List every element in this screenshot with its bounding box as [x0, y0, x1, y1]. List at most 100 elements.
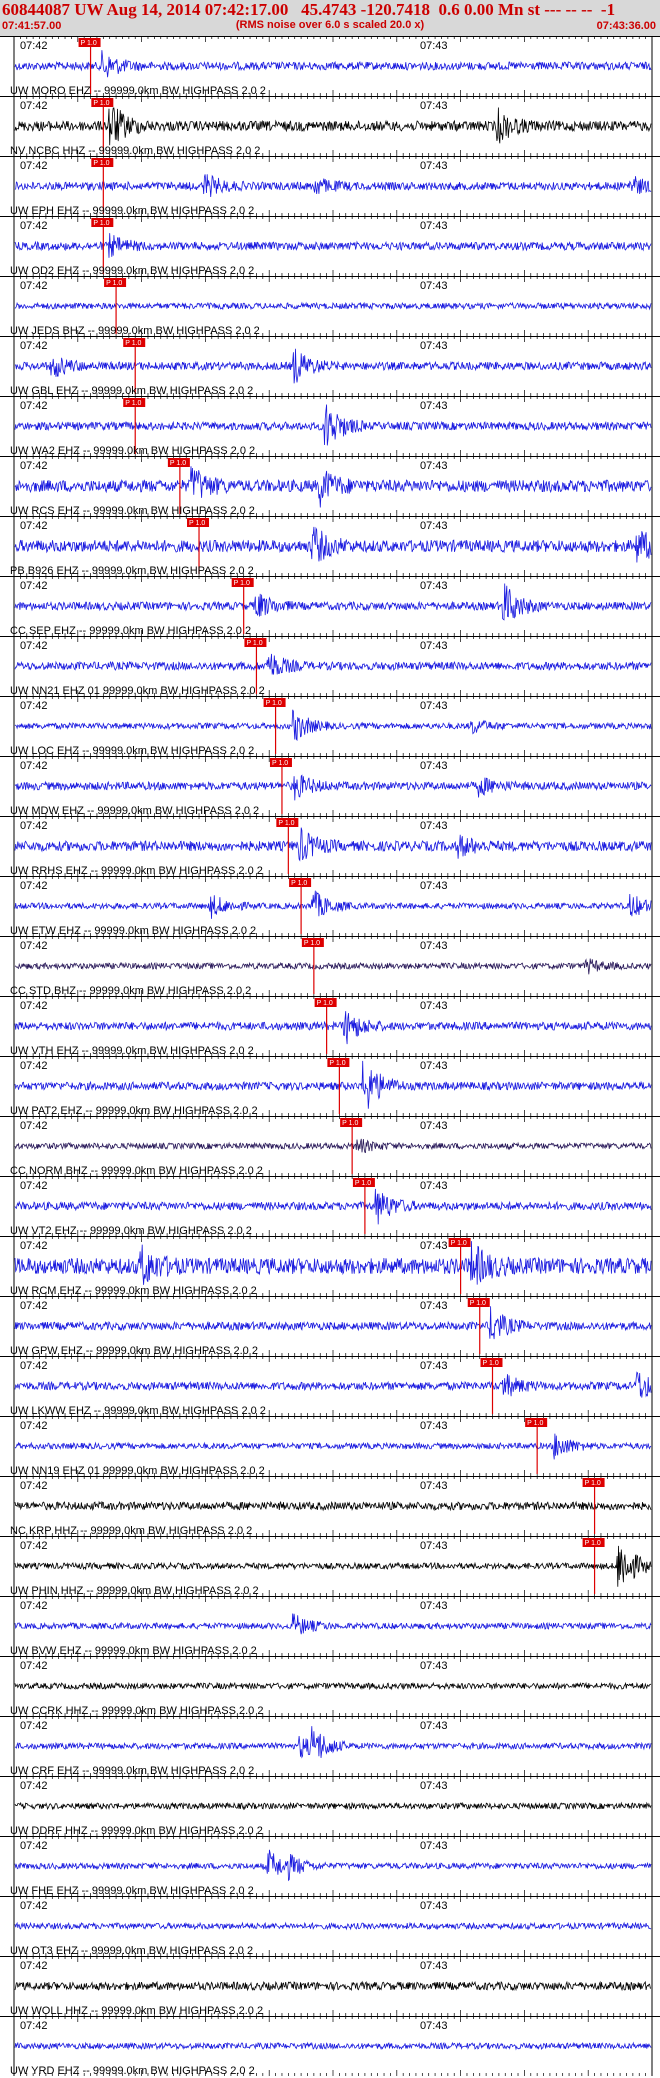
tick-label-0743: 07:43: [420, 1300, 448, 1312]
scale-note: (RMS noise over 6.0 s scaled 20.0 x): [235, 19, 425, 31]
tick-label-0743: 07:43: [420, 820, 448, 832]
tick-label-0743: 07:43: [420, 760, 448, 772]
tick-label-0742: 07:42: [20, 940, 48, 952]
pick-flag-label: P 1.0: [93, 220, 109, 227]
waveform: [14, 653, 652, 675]
pick-flag-label: P 1.0: [272, 760, 288, 767]
tick-label-0742: 07:42: [20, 1300, 48, 1312]
tick-label-0743: 07:43: [420, 700, 448, 712]
waveform: [14, 1241, 652, 1285]
tick-label-0742: 07:42: [20, 400, 48, 412]
pick-flag-label: P 1.0: [234, 580, 250, 587]
tick-label-0743: 07:43: [420, 1180, 448, 1192]
waveform: [14, 348, 652, 384]
tick-label-0742: 07:42: [20, 160, 48, 172]
waveform: [14, 774, 652, 801]
pick-flag-label: P 1.0: [266, 700, 282, 707]
pick-flag-label: P 1.0: [355, 1180, 371, 1187]
pick-flag-label: P 1.0: [189, 520, 205, 527]
tick-label-0743: 07:43: [420, 580, 448, 592]
tick-label-0742: 07:42: [20, 1000, 48, 1012]
waveform: [14, 50, 652, 78]
station-label: UW RCS EHZ -- 99999.0km BW HIGHPASS 2.0 …: [10, 505, 255, 517]
tick-label-0743: 07:43: [420, 340, 448, 352]
trace-panel: 07:42 07:43 P 1.0 UW RRHS EHZ -- 99999.0km …: [0, 816, 660, 877]
tick-label-0743: 07:43: [420, 880, 448, 892]
trace-panel: 07:42 07:43 P 1.0 UW WA2 EHZ -- 99999.0km B…: [0, 396, 660, 457]
tick-label-0742: 07:42: [20, 280, 48, 292]
trace-panel: 07:42 07:43 P 1.0 UW VT2 EHZ -- 99999.0km B…: [0, 1176, 660, 1237]
waveform: [14, 583, 652, 621]
waveform: [14, 466, 652, 508]
tick-label-0743: 07:43: [420, 520, 448, 532]
pick-flag-label: P 1.0: [291, 880, 307, 887]
trace-panel: 07:42 07:43 P 1.0 UW RCM EHZ -- 99999.0km B…: [0, 1236, 660, 1297]
trace-panel: 07:42 07:43 P 1.0 UW LOC EHZ -- 99999.0km B…: [0, 696, 660, 757]
trace-panel: 07:42 07:43 P 1.0 UW MDW EHZ -- 99999.0km B…: [0, 756, 660, 817]
trace-panel: 07:42 07:43 P 1.0 UW PAT2 EHZ -- 99999.0km …: [0, 1056, 660, 1117]
pick-flag-label: P 1.0: [278, 820, 294, 827]
waveform: [14, 1306, 652, 1340]
station-label: CC STD BHZ -- 99999.0km BW HIGHPASS 2.0 …: [10, 985, 251, 997]
station-label: UW MDW EHZ -- 99999.0km BW HIGHPASS 2.0 …: [10, 805, 259, 817]
trace-panel: 07:42 07:43 P 1.0 UW MORO EHZ -- 99999.0km …: [0, 36, 660, 97]
station-label: CC NORM BHZ -- 99999.0km BW HIGHPASS 2.0…: [10, 1165, 263, 1177]
waveform: [14, 709, 652, 742]
pick-flag-label: P 1.0: [342, 1120, 358, 1127]
waveform: [14, 1188, 652, 1225]
trace-panel: 07:42 07:43 P 1.0 UW VTH EHZ -- 99999.0km B…: [0, 996, 660, 1057]
waveform: [14, 233, 652, 258]
station-label: UW RCM EHZ -- 99999.0km BW HIGHPASS 2.0 …: [10, 1285, 257, 1297]
tick-label-0743: 07:43: [420, 460, 448, 472]
end-time: 07:43:36.00: [596, 20, 656, 32]
station-label: UW VT2 EHZ -- 99999.0km BW HIGHPASS 2.0 …: [10, 1225, 252, 1237]
trace-panel: 07:42 07:43 P 1.0 UW RCS EHZ -- 99999.0km B…: [0, 456, 660, 517]
pick-flag-label: P 1.0: [81, 40, 97, 47]
tick-label-0743: 07:43: [420, 220, 448, 232]
tick-label-0742: 07:42: [20, 460, 48, 472]
tick-label-0743: 07:43: [420, 160, 448, 172]
trace-panel: 07:42 07:43 P 1.0 CC NORM BHZ -- 99999.0km …: [0, 1116, 660, 1177]
station-label: UW WA2 EHZ -- 99999.0km BW HIGHPASS 2.0 …: [10, 445, 255, 457]
waveform: [14, 1371, 652, 1398]
trace-panel: 07:42 07:43 P 1.0 UW OD2 EHZ -- 99999.0km B…: [0, 216, 660, 277]
waveform: [14, 174, 652, 198]
pick-flag-label: P 1.0: [170, 460, 186, 467]
station-label: UW OD2 EHZ -- 99999.0km BW HIGHPASS 2.0 …: [10, 265, 254, 277]
tick-label-0742: 07:42: [20, 820, 48, 832]
tick-label-0742: 07:42: [20, 520, 48, 532]
trace-panel: 07:42 07:43 P 1.0 UW JEDS BHZ -- 99999.0km …: [0, 276, 660, 337]
tick-label-0743: 07:43: [420, 280, 448, 292]
waveform: [14, 890, 652, 919]
tick-label-0743: 07:43: [420, 1240, 448, 1252]
pick-flag-label: P 1.0: [246, 640, 262, 647]
tick-label-0743: 07:43: [420, 1360, 448, 1372]
trace-panel: 07:42 07:43 P 1.0 CC SEP EHZ -- 99999.0km B…: [0, 576, 660, 637]
tick-label-0743: 07:43: [420, 1060, 448, 1072]
station-label: UW GPW EHZ -- 99999.0km BW HIGHPASS 2.0 …: [10, 1345, 258, 1357]
trace-panel: 07:42 07:43 P 1.0 PB B926 EHZ -- 99999.0km …: [0, 516, 660, 577]
pick-flag-label: P 1.0: [483, 1360, 499, 1367]
tick-label-0742: 07:42: [20, 40, 48, 52]
pick-flag-label: P 1.0: [304, 940, 320, 947]
tick-label-0743: 07:43: [420, 1000, 448, 1012]
trace-panel: 07:42 07:43 P 1.0 UW ETW EHZ -- 99999.0km B…: [0, 876, 660, 937]
trace-panel: 07:42 07:43 P 1.0 UW EPH EHZ -- 99999.0km B…: [0, 156, 660, 217]
pick-flag-label: P 1.0: [329, 1060, 345, 1067]
seismogram-panel: 07:42 07:43P 1.0UW MORO EHZ -- 99999.0km …: [0, 36, 660, 2077]
trace-panel: 07:42 07:43 P 1.0 NV NCBC HHZ -- 99999.0km …: [0, 96, 660, 157]
tick-label-0742: 07:42: [20, 1120, 48, 1132]
station-label: UW LKWW EHZ -- 99999.0km BW HIGHPASS 2.0…: [10, 1405, 266, 1417]
pick-flag-label: P 1.0: [470, 1300, 486, 1307]
tick-label-0743: 07:43: [420, 1120, 448, 1132]
tick-label-0742: 07:42: [20, 1060, 48, 1072]
tick-label-0742: 07:42: [20, 100, 48, 112]
event-title: 60844087 UW Aug 14, 2014 07:42:17.00 45.…: [2, 0, 616, 19]
trace-panel: 07:42 07:43 P 1.0 UW GBL EHZ -- 99999.0km B…: [0, 336, 660, 397]
pick-flag-label: P 1.0: [125, 400, 141, 407]
waveform: [14, 958, 652, 975]
waveform: [14, 404, 652, 446]
trace-panel: 07:42 07:43 P 1.0 UW GPW EHZ -- 99999.0km B…: [0, 1296, 660, 1357]
tick-label-0742: 07:42: [20, 880, 48, 892]
header-bar: 60844087 UW Aug 14, 2014 07:42:17.00 45.…: [0, 0, 660, 36]
